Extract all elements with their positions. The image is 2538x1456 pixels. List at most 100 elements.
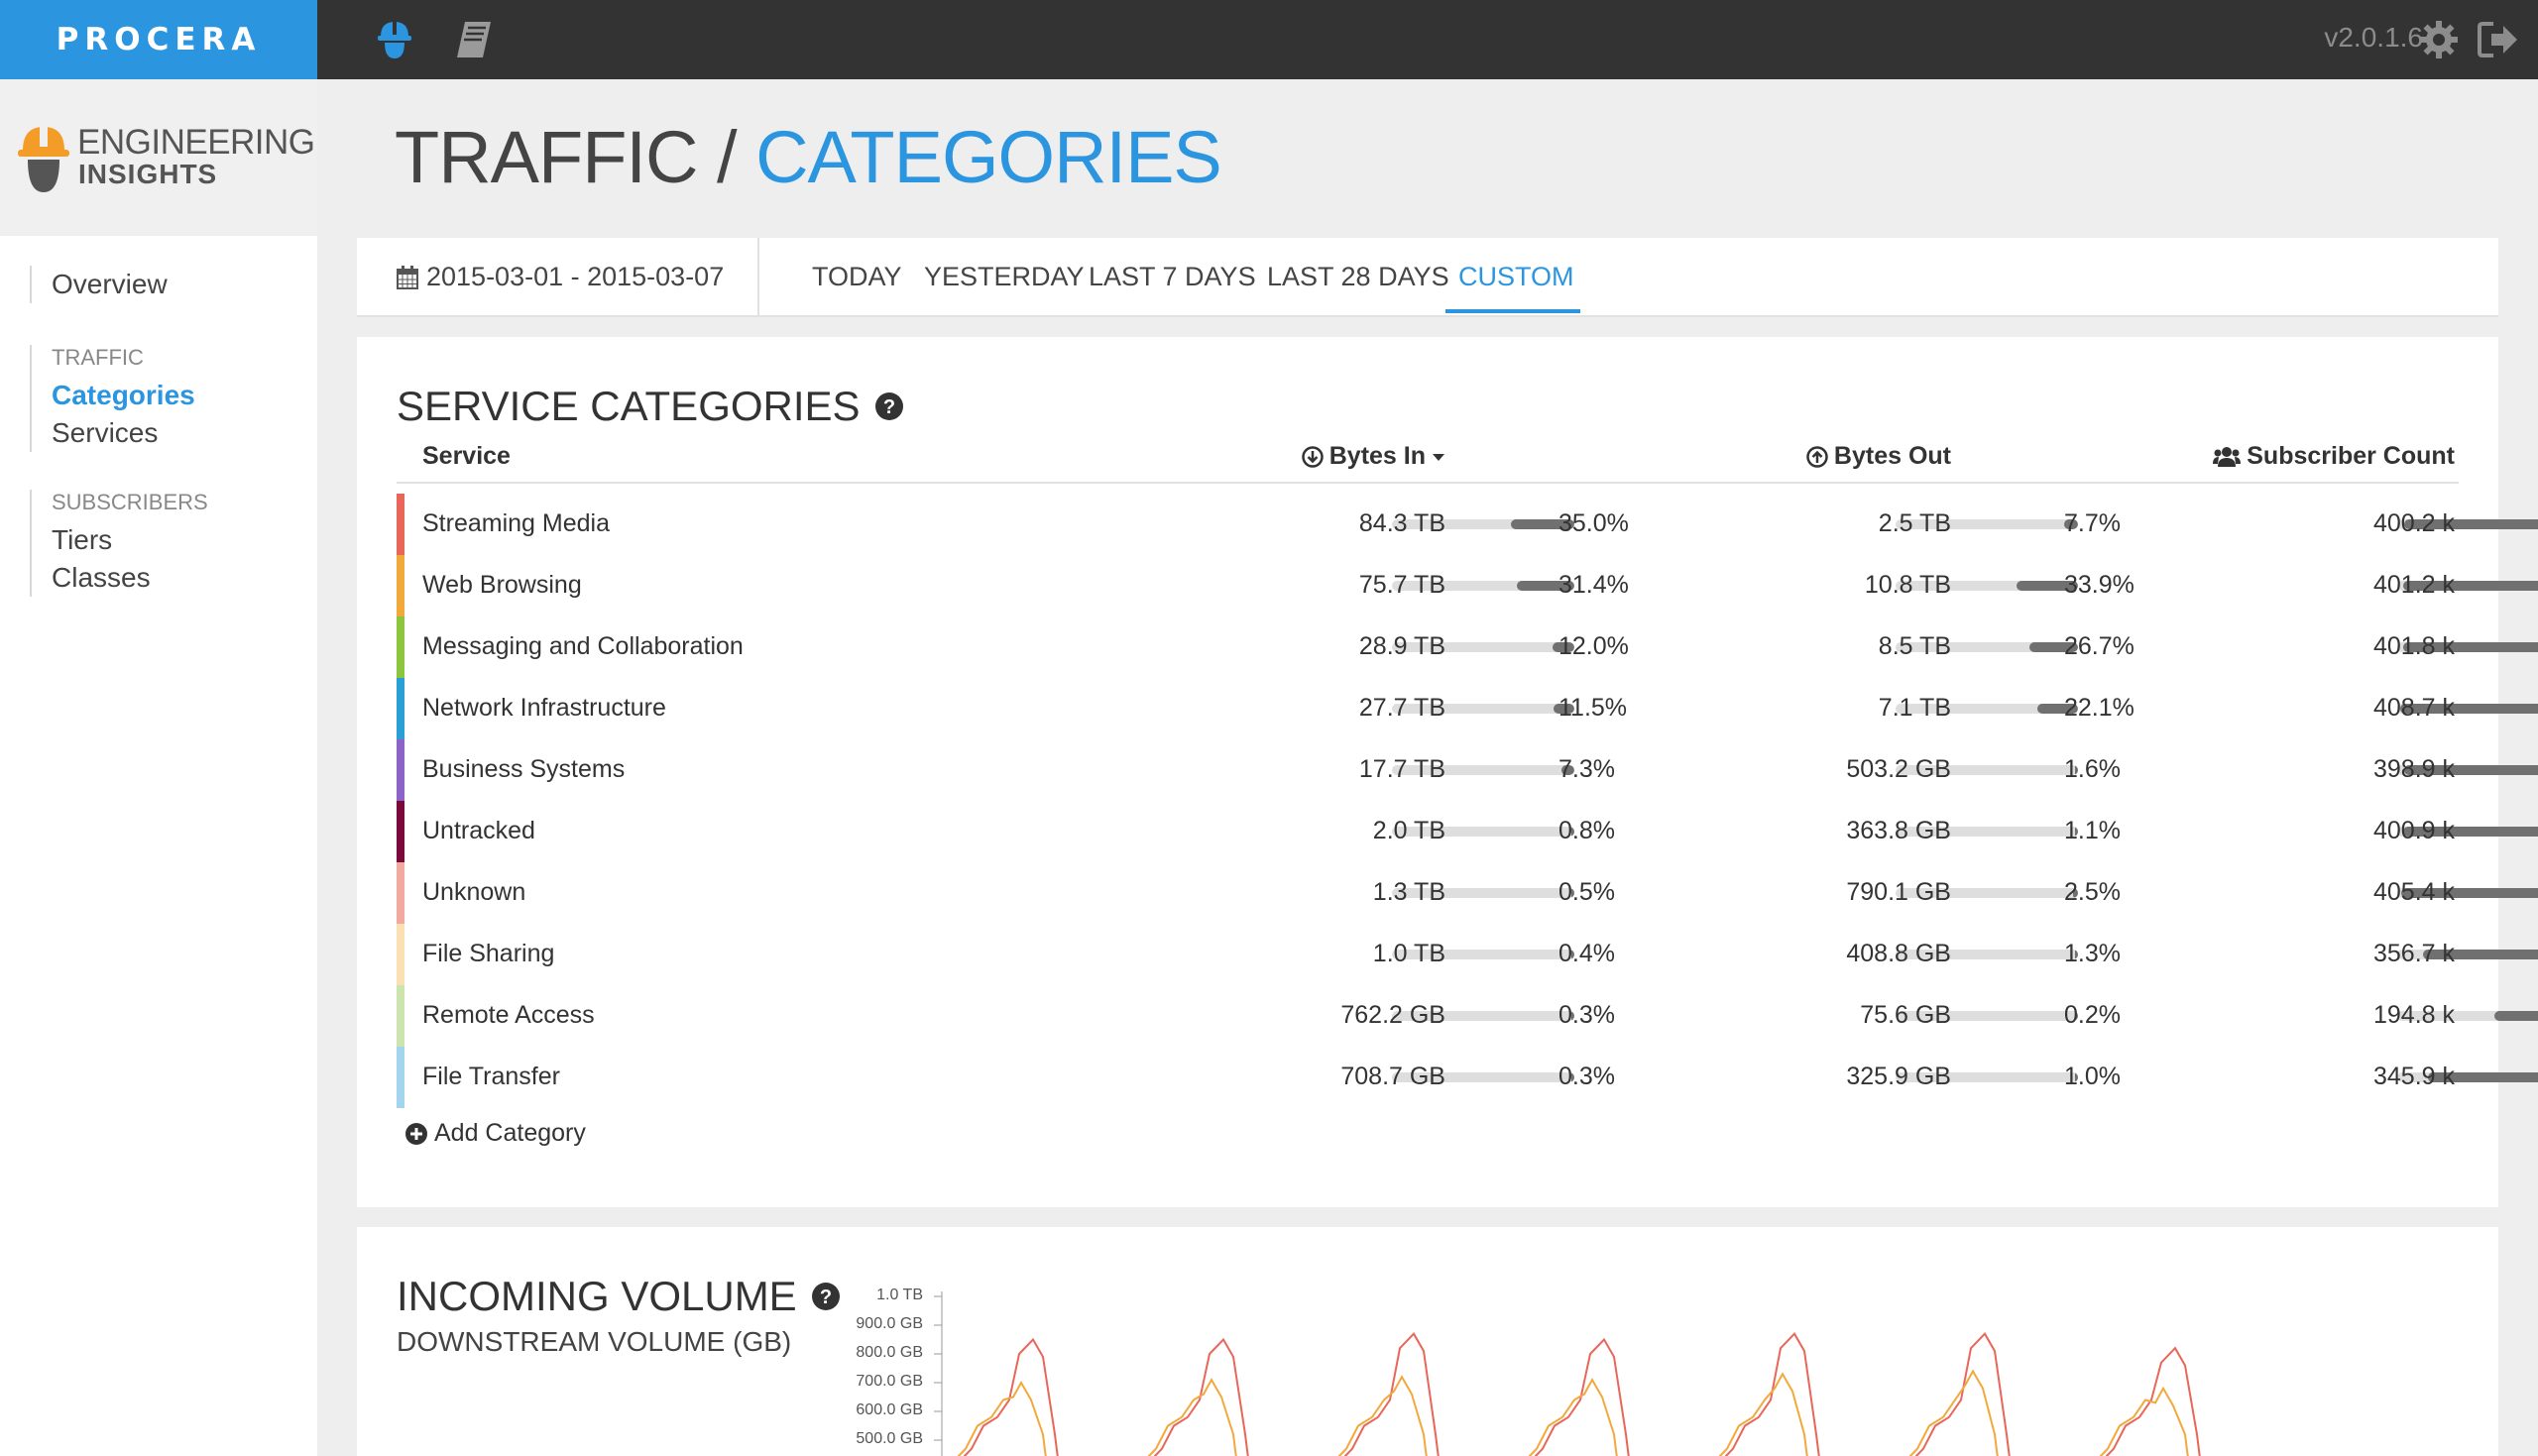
bytes-out-percent: 1.1% bbox=[2064, 817, 2121, 844]
bytes-out-percent: 2.5% bbox=[2064, 878, 2121, 906]
subscriber-count-label: Subscriber Count bbox=[2247, 442, 2455, 470]
subscriber-value: 194.8 k bbox=[2372, 1001, 2455, 1029]
table-row[interactable]: Messaging and Collaboration 12.0% 28.9 TB 2… bbox=[397, 616, 2538, 678]
bytes-out-percent: 7.7% bbox=[2064, 509, 2121, 537]
table-row[interactable]: File Transfer0.3%708.7 GB1.0%325.9 GB83.… bbox=[397, 1047, 2538, 1108]
brand-name: PROCERA bbox=[56, 22, 262, 57]
tab-custom[interactable]: CUSTOM bbox=[1458, 262, 1574, 292]
download-circle-icon bbox=[1301, 445, 1324, 468]
table-row[interactable]: Network Infrastructure 11.5% 27.7 TB 22.1% 7… bbox=[397, 678, 2538, 739]
bytes-in-label: Bytes In bbox=[1328, 442, 1426, 470]
bytes-in-value: 708.7 GB bbox=[1340, 1063, 1445, 1090]
bytes-in-percent: 7.3% bbox=[1558, 755, 1615, 783]
category-color-swatch bbox=[397, 1047, 404, 1108]
version-label: v2.0.1.6 bbox=[2324, 22, 2423, 53]
bytes-out-value: 363.8 GB bbox=[1846, 817, 1951, 844]
sidebar-item-tiers[interactable]: Tiers bbox=[52, 521, 208, 559]
bytes-in-value: 762.2 GB bbox=[1340, 1001, 1445, 1029]
bytes-in-value: 2.0 TB bbox=[1372, 817, 1445, 844]
hardhat-logo-icon bbox=[18, 125, 69, 192]
bytes-in-percent: 31.4% bbox=[1558, 571, 1629, 599]
bytes-in-percent: 35.0% bbox=[1558, 509, 1629, 537]
nav-heading-traffic: TRAFFIC bbox=[52, 345, 144, 370]
downstream-volume-chart bbox=[934, 1291, 2201, 1456]
sort-desc-icon bbox=[1433, 453, 1444, 461]
calendar-icon bbox=[397, 265, 418, 289]
bytes-out-value: 8.5 TB bbox=[1878, 632, 1951, 660]
bytes-in-value: 84.3 TB bbox=[1358, 509, 1445, 537]
date-divider bbox=[757, 238, 759, 315]
date-range-picker[interactable]: 2015-03-01 - 2015-03-07 bbox=[397, 262, 724, 292]
table-header-divider bbox=[397, 482, 2459, 484]
bytes-in-value: 1.0 TB bbox=[1372, 940, 1445, 967]
date-range-text: 2015-03-01 - 2015-03-07 bbox=[426, 262, 725, 291]
category-color-swatch bbox=[397, 924, 404, 985]
category-name[interactable]: Network Infrastructure bbox=[422, 694, 666, 723]
tab-yesterday[interactable]: YESTERDAY bbox=[924, 262, 1085, 292]
bytes-out-percent: 1.3% bbox=[2064, 940, 2121, 967]
table-row[interactable]: Streaming Media35.0%84.3 TB7.7%2.5 TB96.… bbox=[397, 494, 2538, 555]
subscriber-value: 398.9 k bbox=[2372, 755, 2455, 783]
table-row[interactable]: File Sharing0.4%1.0 TB1.3%408.8 GB85.9%3… bbox=[397, 924, 2538, 985]
category-name[interactable]: Unknown bbox=[422, 878, 525, 907]
svg-text:?: ? bbox=[882, 396, 894, 418]
bytes-in-percent: 0.4% bbox=[1558, 940, 1615, 967]
upload-circle-icon bbox=[1806, 445, 1828, 468]
table-row[interactable]: Business Systems7.3%17.7 TB1.6%503.2 GB9… bbox=[397, 739, 2538, 801]
bytes-out-percent: 26.7% bbox=[2064, 632, 2134, 660]
category-name[interactable]: Untracked bbox=[422, 817, 535, 845]
logout-icon[interactable] bbox=[2473, 14, 2524, 65]
tab-last-7-days[interactable]: LAST 7 DAYS bbox=[1089, 262, 1256, 292]
brand-logo[interactable]: PROCERA bbox=[0, 0, 317, 79]
category-color-swatch bbox=[397, 739, 404, 801]
bytes-out-percent: 22.1% bbox=[2064, 694, 2134, 722]
bytes-in-value: 27.7 TB bbox=[1358, 694, 1445, 722]
category-name[interactable]: File Sharing bbox=[422, 940, 554, 968]
subscriber-value: 345.9 k bbox=[2372, 1063, 2455, 1090]
category-name[interactable]: Messaging and Collaboration bbox=[422, 632, 744, 661]
sidebar: ENGINEERING INSIGHTS Overview TRAFFIC Ca… bbox=[0, 79, 317, 1456]
category-name[interactable]: File Transfer bbox=[422, 1063, 560, 1091]
book-icon[interactable] bbox=[448, 14, 500, 65]
nav-heading-subscribers: SUBSCRIBERS bbox=[52, 490, 208, 514]
table-row[interactable]: Remote Access0.3%762.2 GB0.2%75.6 GB46.9… bbox=[397, 985, 2538, 1047]
help-icon[interactable]: ? bbox=[874, 392, 904, 421]
column-header-bytes-out[interactable]: Bytes Out bbox=[1785, 442, 1951, 471]
bytes-out-percent: 1.6% bbox=[2064, 755, 2121, 783]
sidebar-item-services[interactable]: Services bbox=[52, 414, 195, 452]
category-color-swatch bbox=[397, 801, 404, 862]
category-name[interactable]: Business Systems bbox=[422, 755, 625, 784]
table-row[interactable]: Web Browsing31.4%75.7 TB33.9%10.8 TB96.6… bbox=[397, 555, 2538, 616]
table-row[interactable]: Untracked0.8%2.0 TB1.1%363.8 GB96.5%400.… bbox=[397, 801, 2538, 862]
category-name[interactable]: Remote Access bbox=[422, 1001, 595, 1030]
logo-text-engineering: ENGINEERING bbox=[77, 123, 315, 162]
add-category-button[interactable]: Add Category bbox=[404, 1119, 586, 1148]
sidebar-item-overview[interactable]: Overview bbox=[52, 266, 168, 303]
nav-overview-group: Overview bbox=[30, 266, 168, 303]
bytes-out-value: 325.9 GB bbox=[1846, 1063, 1951, 1090]
column-header-bytes-in[interactable]: Bytes In bbox=[1299, 442, 1445, 471]
bytes-out-percent: 1.0% bbox=[2064, 1063, 2121, 1090]
column-header-subscriber-count[interactable]: Subscriber Count bbox=[2141, 442, 2455, 471]
page-title: TRAFFIC / CATEGORIES bbox=[395, 115, 1222, 199]
subscriber-bar-fill bbox=[2493, 1011, 2538, 1021]
category-color-swatch bbox=[397, 494, 404, 555]
tab-last-28-days[interactable]: LAST 28 DAYS bbox=[1267, 262, 1449, 292]
sidebar-item-categories[interactable]: Categories bbox=[52, 377, 195, 414]
gear-icon[interactable] bbox=[2413, 14, 2465, 65]
panel-title-categories: SERVICE CATEGORIES ? bbox=[397, 383, 904, 430]
nav-subscribers-group: SUBSCRIBERS Tiers Classes bbox=[30, 490, 208, 597]
sidebar-item-classes[interactable]: Classes bbox=[52, 559, 208, 597]
engineer-icon[interactable] bbox=[369, 14, 420, 65]
table-row[interactable]: Unknown0.5%1.3 TB2.5%790.1 GB97.6%405.4 … bbox=[397, 862, 2538, 924]
category-name[interactable]: Web Browsing bbox=[422, 571, 582, 600]
bytes-in-value: 17.7 TB bbox=[1358, 755, 1445, 783]
column-header-service[interactable]: Service bbox=[422, 442, 511, 471]
tab-today[interactable]: TODAY bbox=[812, 262, 902, 292]
category-name[interactable]: Streaming Media bbox=[422, 509, 610, 538]
categories-title: SERVICE CATEGORIES bbox=[397, 383, 861, 429]
bytes-out-value: 503.2 GB bbox=[1846, 755, 1951, 783]
bytes-in-value: 28.9 TB bbox=[1358, 632, 1445, 660]
page-title-main: CATEGORIES bbox=[755, 116, 1222, 198]
category-color-swatch bbox=[397, 678, 404, 739]
